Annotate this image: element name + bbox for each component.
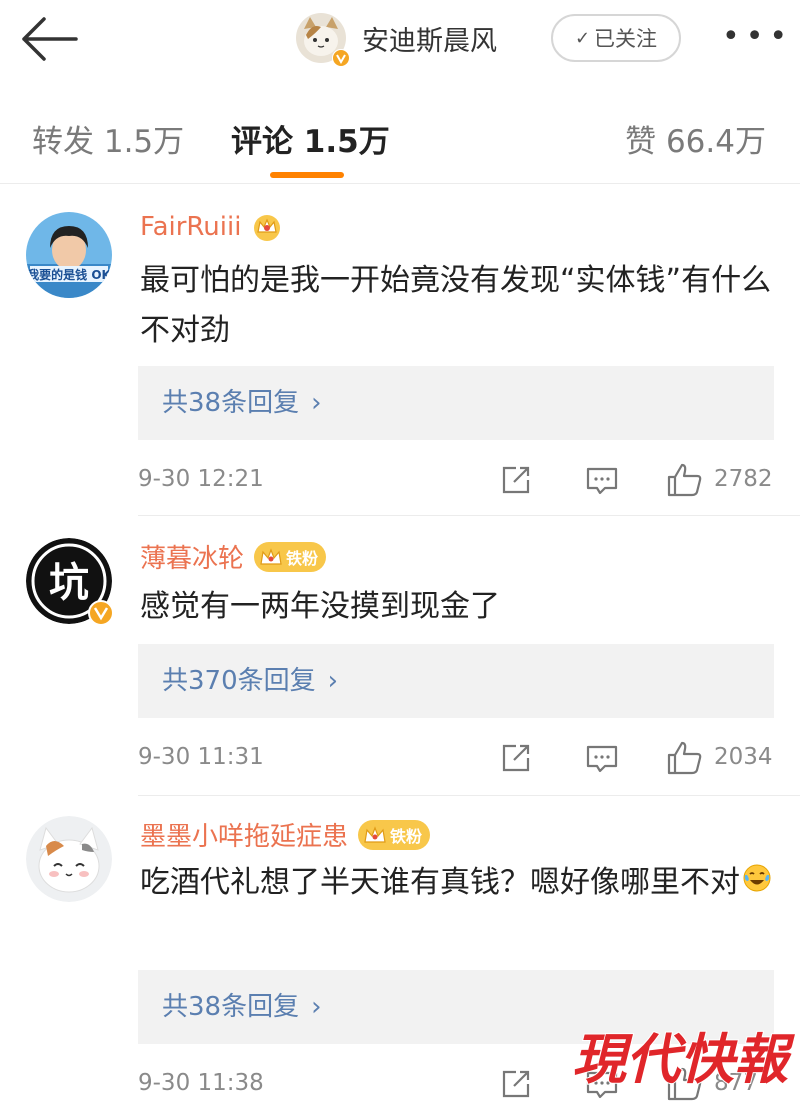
replies-count[interactable]: 共370条回复	[162, 666, 316, 696]
post-author[interactable]: 安迪斯晨风	[296, 10, 497, 67]
comment-time: 9-30 11:38	[138, 1070, 264, 1096]
active-tab-indicator	[270, 172, 344, 178]
replies-link[interactable]: 共38条回复 ›	[138, 366, 774, 440]
commenter-avatar[interactable]: 我要的是钱 OK	[26, 212, 112, 298]
comment-meta: 9-30 11:31 2034	[138, 738, 774, 778]
more-options-icon[interactable]: •••	[722, 22, 787, 52]
like-count: 2782	[714, 466, 773, 492]
username-text[interactable]: 薄暮冰轮	[140, 538, 244, 575]
chevron-right-icon: ›	[311, 992, 322, 1022]
comment-text: 最可怕的是我一开始竟没有发现“实体钱”有什么不对劲	[140, 263, 772, 348]
tab-reposts[interactable]: 转发 1.5万	[32, 116, 184, 161]
username-text[interactable]: FairRuiii	[140, 212, 241, 242]
comment-icon[interactable]	[582, 738, 622, 778]
tab-comments[interactable]: 评论 1.5万	[231, 116, 390, 161]
crown-icon	[260, 547, 282, 565]
replies-count[interactable]: 共38条回复	[162, 992, 299, 1022]
crown-icon	[364, 825, 386, 843]
verified-icon	[88, 600, 114, 626]
fan-badge-label: 铁粉	[390, 826, 423, 846]
follow-label: 已关注	[594, 27, 658, 51]
replies-link[interactable]: 共370条回复 ›	[138, 644, 774, 718]
like-icon[interactable]	[664, 460, 704, 500]
share-icon[interactable]	[496, 738, 536, 778]
avatar-caption: 我要的是钱 OK	[27, 267, 111, 282]
divider	[138, 515, 800, 516]
crown-icon	[251, 212, 283, 242]
comment-meta: 9-30 12:21 2782	[138, 460, 774, 500]
commenter-avatar[interactable]	[26, 816, 112, 902]
newspaper-watermark-logo: 現代快報	[562, 1016, 798, 1096]
follow-button[interactable]: ✓ 已关注	[551, 14, 681, 62]
commenter-avatar[interactable]: 坑	[26, 538, 114, 626]
author-avatar[interactable]	[296, 13, 350, 67]
share-icon[interactable]	[496, 460, 536, 500]
chevron-right-icon: ›	[327, 666, 339, 696]
verified-icon	[332, 49, 350, 67]
fan-badge: 铁粉	[254, 541, 327, 572]
share-icon[interactable]	[496, 1064, 536, 1104]
comment-icon[interactable]	[582, 460, 622, 500]
like-count: 2034	[714, 744, 773, 770]
comment-text: 感觉有一两年没摸到现金了	[140, 589, 500, 624]
commenter-name[interactable]: FairRuiii	[140, 212, 283, 242]
tab-likes[interactable]: 赞 66.4万	[625, 116, 766, 161]
author-name[interactable]: 安迪斯晨风	[362, 19, 497, 58]
like-icon[interactable]	[664, 738, 704, 778]
comment-text: 吃酒代礼想了半天谁有真钱？嗯好像哪里不对	[140, 858, 775, 909]
replies-count[interactable]: 共38条回复	[162, 388, 299, 418]
username-text[interactable]: 墨墨小咩拖延症患	[140, 816, 348, 853]
tab-bar: 转发 1.5万 评论 1.5万 赞 66.4万	[0, 86, 800, 184]
chevron-right-icon: ›	[311, 388, 322, 418]
top-bar: 安迪斯晨风 ✓ 已关注 •••	[0, 0, 800, 80]
comment-time: 9-30 11:31	[138, 744, 264, 770]
watermark-text: 現代快報	[572, 1027, 795, 1091]
check-icon: ✓	[574, 27, 591, 49]
back-arrow-icon[interactable]	[18, 14, 80, 64]
fan-badge-label: 铁粉	[286, 548, 319, 568]
fan-badge: 铁粉	[358, 819, 431, 850]
laugh-cry-emoji-icon	[742, 859, 772, 909]
divider	[138, 795, 800, 796]
avatar-caption: 坑	[49, 560, 89, 606]
comment-time: 9-30 12:21	[138, 466, 264, 492]
commenter-name[interactable]: 墨墨小咩拖延症患 铁粉	[140, 816, 431, 853]
commenter-name[interactable]: 薄暮冰轮 铁粉	[140, 538, 327, 575]
comment-text-body: 吃酒代礼想了半天谁有真钱？嗯好像哪里不对	[140, 865, 740, 900]
